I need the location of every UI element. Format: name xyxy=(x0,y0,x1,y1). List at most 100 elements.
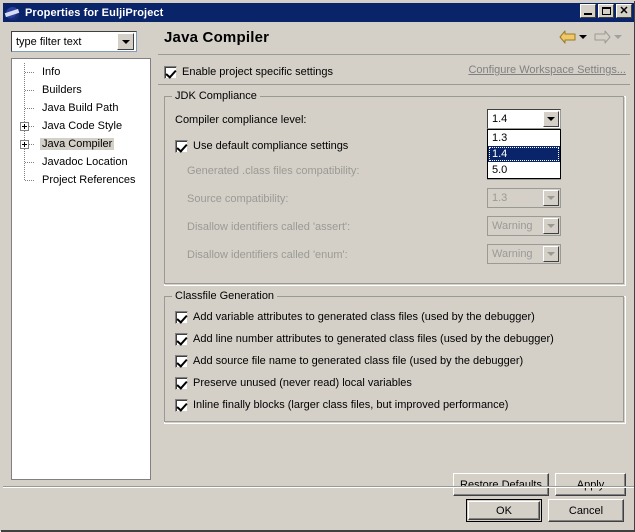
back-dropdown-icon[interactable] xyxy=(579,35,587,39)
ok-button[interactable]: OK xyxy=(466,499,542,522)
enable-divider xyxy=(158,84,630,85)
dropdown-option-5-0[interactable]: 5.0 xyxy=(488,162,560,178)
dropdown-option-1-4[interactable]: 1.4 xyxy=(488,146,560,162)
add-source-file-name-row[interactable]: Add source file name to generated class … xyxy=(175,351,523,371)
add-source-file-name-checkbox[interactable] xyxy=(175,354,188,368)
add-variable-attributes-checkbox[interactable] xyxy=(175,310,188,324)
tree-item-java-compiler[interactable]: Java Compiler xyxy=(12,135,150,153)
page-title: Java Compiler xyxy=(164,29,270,46)
window-controls: ✕ xyxy=(580,4,632,18)
assert-identifier-dropdown-button xyxy=(543,218,559,234)
add-line-number-attributes-row[interactable]: Add line number attributes to generated … xyxy=(175,329,554,349)
preserve-unused-locals-label: Preserve unused (never read) local varia… xyxy=(193,377,412,389)
window-title: Properties for EuljiProject xyxy=(25,6,164,19)
inline-finally-blocks-checkbox[interactable] xyxy=(175,398,188,412)
tree-gutter xyxy=(12,63,40,81)
properties-dialog: Properties for EuljiProject ✕ type filte… xyxy=(0,0,635,532)
add-line-number-attributes-label: Add line number attributes to generated … xyxy=(193,333,554,345)
filter-input[interactable]: type filter text xyxy=(12,36,117,48)
classfile-generation-group: Classfile Generation Add variable attrib… xyxy=(164,290,626,424)
cancel-label: Cancel xyxy=(568,504,604,517)
tree-item-javadoc-location[interactable]: Javadoc Location xyxy=(12,153,150,171)
enum-identifier-row: Disallow identifiers called 'enum': xyxy=(187,244,348,266)
restore-defaults-button[interactable]: Restore Defaults xyxy=(453,473,549,496)
tree-item-label: Java Compiler xyxy=(40,138,115,150)
tree-item-label: Javadoc Location xyxy=(42,156,128,168)
compliance-level-row: Compiler compliance level: xyxy=(175,109,306,131)
chevron-down-icon xyxy=(547,224,555,228)
generated-class-compat-row: Generated .class files compatibility: xyxy=(187,160,359,182)
chevron-down-icon xyxy=(121,39,130,44)
tree-item-java-code-style[interactable]: Java Code Style xyxy=(12,117,150,135)
filter-dropdown-button[interactable] xyxy=(117,33,134,50)
apply-button[interactable]: Apply xyxy=(555,473,626,496)
add-line-number-attributes-checkbox[interactable] xyxy=(175,332,188,346)
enum-identifier-combo: Warning xyxy=(487,244,561,264)
jdk-compliance-group: JDK Compliance Compiler compliance level… xyxy=(164,90,626,286)
chevron-down-icon xyxy=(547,196,555,200)
assert-identifier-row: Disallow identifiers called 'assert': xyxy=(187,216,350,238)
back-arrow-icon[interactable] xyxy=(559,30,576,44)
minimize-button[interactable] xyxy=(580,4,596,18)
tree-item-builders[interactable]: Builders xyxy=(12,81,150,99)
tree-gutter xyxy=(12,81,40,99)
source-compat-dropdown-button xyxy=(543,190,559,206)
tree-item-java-build-path[interactable]: Java Build Path xyxy=(12,99,150,117)
tree-item-label: Info xyxy=(42,66,61,78)
expand-icon[interactable] xyxy=(20,122,29,131)
configure-workspace-settings-link[interactable]: Configure Workspace Settings... xyxy=(468,64,626,76)
tree-item-label: Builders xyxy=(42,84,82,96)
compliance-level-label: Compiler compliance level: xyxy=(175,114,307,126)
expand-icon[interactable] xyxy=(20,140,29,149)
inline-finally-blocks-row[interactable]: Inline finally blocks (larger class file… xyxy=(175,395,508,415)
tree-item-label: Java Build Path xyxy=(42,102,119,114)
enable-project-specific-checkbox[interactable] xyxy=(164,65,177,79)
assert-identifier-value: Warning xyxy=(492,220,533,232)
compliance-level-dropdown-list[interactable]: 1.3 1.4 5.0 xyxy=(487,129,561,179)
add-variable-attributes-row[interactable]: Add variable attributes to generated cla… xyxy=(175,307,535,327)
apply-label: Apply xyxy=(576,478,605,491)
enum-identifier-dropdown-button xyxy=(543,246,559,262)
tree-gutter xyxy=(12,117,40,135)
chevron-down-icon xyxy=(547,117,555,121)
restore-defaults-label: Restore Defaults xyxy=(460,478,542,491)
filter-combo[interactable]: type filter text xyxy=(11,31,137,52)
close-button[interactable]: ✕ xyxy=(616,4,632,18)
dialog-body: type filter text Info Builders Java Buil… xyxy=(3,22,634,530)
generated-class-compat-label: Generated .class files compatibility: xyxy=(187,165,360,177)
tree-gutter xyxy=(12,99,40,117)
add-variable-attributes-label: Add variable attributes to generated cla… xyxy=(193,311,535,323)
navigation-arrows xyxy=(559,30,626,44)
preserve-unused-locals-checkbox[interactable] xyxy=(175,376,188,390)
enable-project-specific-label: Enable project specific settings xyxy=(182,66,334,78)
preserve-unused-locals-row[interactable]: Preserve unused (never read) local varia… xyxy=(175,373,412,393)
forward-arrow-icon xyxy=(594,30,611,44)
cancel-button[interactable]: Cancel xyxy=(548,499,624,522)
compliance-level-value: 1.4 xyxy=(492,113,508,125)
settings-tree[interactable]: Info Builders Java Build Path Java Code … xyxy=(11,58,151,480)
enum-identifier-value: Warning xyxy=(492,248,533,260)
classfile-generation-title: Classfile Generation xyxy=(172,290,278,302)
tree-item-project-references[interactable]: Project References xyxy=(12,171,150,189)
add-source-file-name-label: Add source file name to generated class … xyxy=(193,355,524,367)
maximize-button[interactable] xyxy=(598,4,614,18)
tree-item-label: Project References xyxy=(42,174,136,186)
compliance-level-dropdown-button[interactable] xyxy=(543,111,559,127)
chevron-down-icon xyxy=(547,252,555,256)
compliance-level-combo[interactable]: 1.4 xyxy=(487,109,561,129)
tree-item-info[interactable]: Info xyxy=(12,63,150,81)
jdk-compliance-title: JDK Compliance xyxy=(172,90,260,102)
source-compat-combo: 1.3 xyxy=(487,188,561,208)
tree-item-label: Java Code Style xyxy=(42,120,123,132)
inline-finally-blocks-label: Inline finally blocks (larger class file… xyxy=(193,399,509,411)
title-divider xyxy=(158,54,630,55)
dropdown-option-1-3[interactable]: 1.3 xyxy=(488,130,560,146)
assert-identifier-combo: Warning xyxy=(487,216,561,236)
source-compat-value: 1.3 xyxy=(492,192,508,204)
tree-gutter xyxy=(12,135,40,153)
use-default-compliance-checkbox[interactable] xyxy=(175,139,188,153)
ok-label: OK xyxy=(496,504,512,517)
use-default-compliance-label: Use default compliance settings xyxy=(193,140,349,152)
forward-dropdown-icon xyxy=(614,35,622,39)
use-default-compliance-row[interactable]: Use default compliance settings xyxy=(175,136,348,156)
